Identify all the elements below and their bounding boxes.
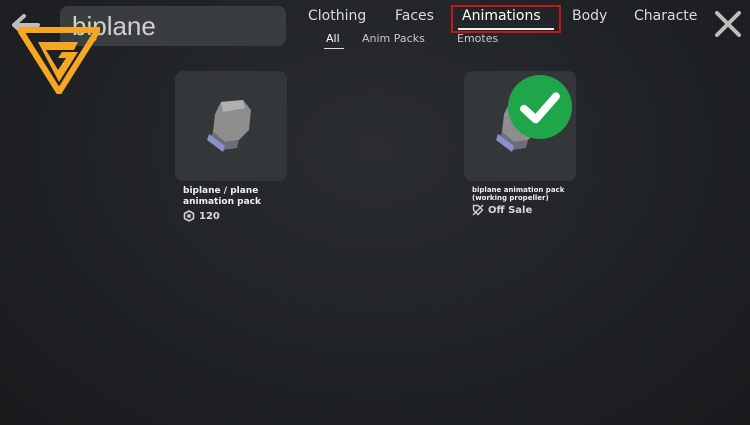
tab-character[interactable]: Characte (634, 8, 697, 24)
item-card[interactable]: biplane / plane animation pack 120 (175, 71, 287, 222)
item-title[interactable]: biplane animation pack (working propelle… (464, 186, 576, 202)
item-title[interactable]: biplane / plane animation pack (175, 186, 287, 208)
subtab-all[interactable]: All (326, 32, 340, 45)
item-thumbnail[interactable] (175, 71, 287, 181)
item-title-line2: animation pack (183, 197, 261, 207)
category-tabs: Clothing Faces Animations Body Characte (300, 8, 750, 30)
active-tab-underline (458, 28, 554, 30)
tab-clothing[interactable]: Clothing (308, 8, 366, 24)
robux-icon (183, 210, 195, 222)
tab-faces[interactable]: Faces (395, 8, 434, 24)
item-price: 120 (175, 210, 287, 222)
item-title-line1: biplane animation pack (472, 186, 565, 194)
item-price-value: 120 (199, 210, 220, 222)
tab-animations[interactable]: Animations (462, 8, 541, 24)
off-sale-icon (472, 204, 484, 216)
active-subtab-underline (324, 48, 344, 49)
logo-icon (18, 27, 100, 94)
animation-pack-icon (207, 100, 251, 152)
close-icon[interactable] (714, 10, 742, 38)
sub-tabs: All Anim Packs Emotes (300, 32, 600, 48)
item-title-line1: biplane / plane (183, 186, 259, 196)
item-price-value: Off Sale (488, 204, 533, 216)
tab-body[interactable]: Body (572, 8, 607, 24)
owned-check-icon (508, 75, 572, 139)
subtab-anim-packs[interactable]: Anim Packs (362, 32, 425, 45)
subtab-emotes[interactable]: Emotes (457, 32, 498, 45)
item-price: Off Sale (464, 204, 576, 216)
item-card[interactable]: biplane animation pack (working propelle… (464, 71, 576, 216)
item-thumbnail[interactable] (464, 71, 576, 181)
item-title-line2: (working propeller) (472, 194, 549, 202)
